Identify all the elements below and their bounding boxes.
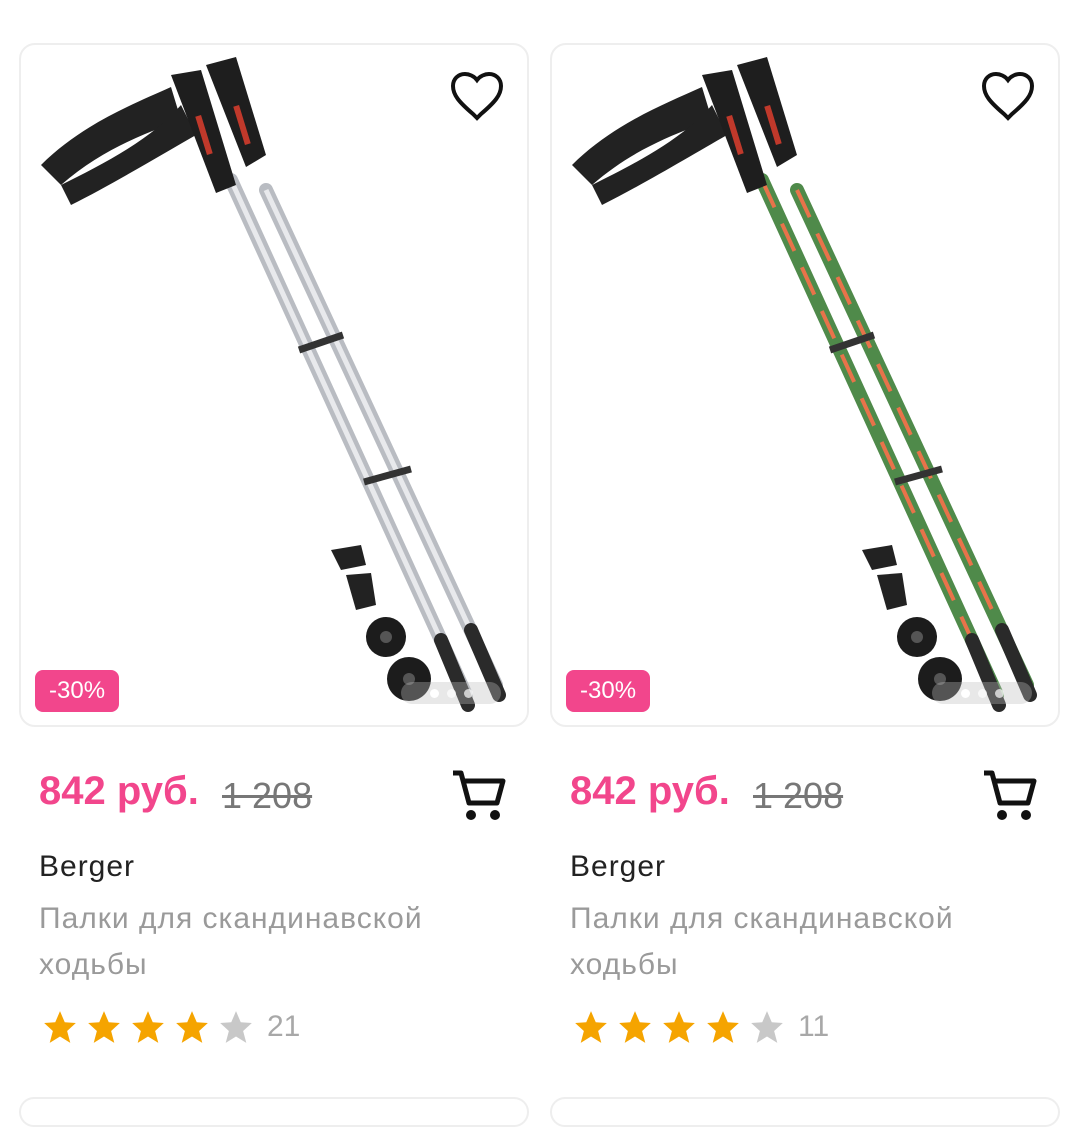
product-brand: Berger	[570, 850, 667, 883]
star-filled-icon	[663, 1011, 695, 1043]
product-grid: -30% 842 руб. 1 208 Berger Палки для ска…	[0, 0, 1080, 1127]
star-filled-icon	[44, 1011, 76, 1043]
product-card[interactable]: -30% 842 руб. 1 208 Berger Палки для ска…	[19, 0, 531, 1127]
product-title[interactable]: Палки для скандинавской ходьбы	[570, 896, 1030, 988]
trekking-poles-image	[572, 57, 1037, 712]
star-filled-icon	[707, 1011, 739, 1043]
shopping-cart-icon	[453, 770, 506, 820]
price-row: 842 руб. 1 208	[39, 765, 509, 825]
product-brand: Berger	[39, 850, 136, 883]
product-image[interactable]: -30%	[19, 43, 529, 727]
trekking-poles-image	[41, 57, 506, 712]
gallery-indicator	[401, 682, 501, 704]
next-card-edge	[550, 1097, 1060, 1127]
product-card[interactable]: -30% 842 руб. 1 208 Berger Палки для ска…	[550, 0, 1062, 1127]
gallery-dot	[994, 688, 1004, 698]
gallery-dot	[463, 688, 473, 698]
star-empty-icon	[751, 1011, 783, 1043]
discount-badge: -30%	[566, 670, 651, 712]
review-count: 11	[798, 1010, 830, 1043]
gallery-dot	[429, 688, 439, 698]
old-price: 1 208	[222, 775, 313, 816]
gallery-dot	[977, 688, 987, 698]
next-card-edge	[19, 1097, 529, 1127]
favorite-button[interactable]	[978, 67, 1038, 127]
heart-outline-icon	[981, 71, 1035, 121]
star-filled-icon	[575, 1011, 607, 1043]
heart-outline-icon	[450, 71, 504, 121]
add-to-cart-button[interactable]	[980, 765, 1040, 825]
star-filled-icon	[88, 1011, 120, 1043]
product-image[interactable]: -30%	[550, 43, 1060, 727]
product-title[interactable]: Палки для скандинавской ходьбы	[39, 896, 499, 988]
add-to-cart-button[interactable]	[449, 765, 509, 825]
discount-badge: -30%	[35, 670, 120, 712]
gallery-dot	[446, 688, 456, 698]
rating: 11	[572, 1005, 829, 1049]
price-row: 842 руб. 1 208	[570, 765, 1040, 825]
shopping-cart-icon	[984, 770, 1037, 820]
star-filled-icon	[619, 1011, 651, 1043]
favorite-button[interactable]	[447, 67, 507, 127]
star-empty-icon	[220, 1011, 252, 1043]
gallery-indicator	[932, 682, 1032, 704]
current-price: 842 руб.	[39, 769, 199, 813]
current-price: 842 руб.	[570, 769, 730, 813]
gallery-dot	[960, 688, 970, 698]
star-filled-icon	[176, 1011, 208, 1043]
review-count: 21	[267, 1010, 301, 1043]
old-price: 1 208	[753, 775, 844, 816]
star-filled-icon	[132, 1011, 164, 1043]
rating: 21	[41, 1005, 300, 1049]
